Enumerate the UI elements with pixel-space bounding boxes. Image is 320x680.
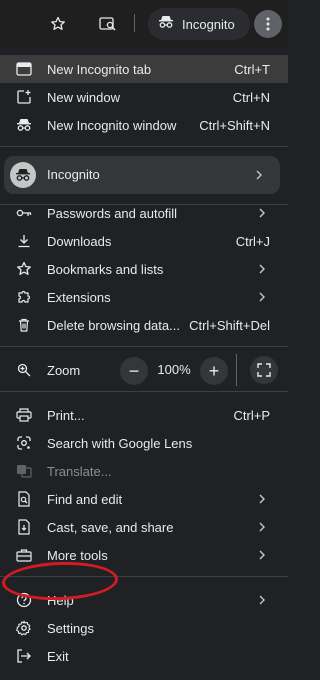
lens-icon[interactable] — [96, 12, 120, 36]
menu-item-label: New Incognito tab — [47, 61, 152, 77]
menu-item-label: Delete browsing data... — [47, 317, 180, 333]
browser-toolbar: Incognito — [0, 0, 288, 48]
menu-item-label: Find and edit — [47, 491, 123, 507]
fullscreen-icon — [257, 363, 271, 377]
star-icon[interactable] — [46, 12, 70, 36]
menu-shortcut: Ctrl+Shift+N — [199, 117, 270, 133]
incognito-profile-pill[interactable]: Incognito — [148, 8, 250, 40]
menu-shortcut: Ctrl+Shift+Del — [189, 317, 270, 333]
menu-item-delete-browsing-data[interactable]: Delete browsing data... Ctrl+Shift+Del — [0, 311, 288, 339]
menu-item-label: New Incognito window — [47, 117, 177, 133]
menu-shortcut: Ctrl+P — [233, 407, 270, 423]
toolbox-icon — [16, 547, 32, 563]
zoom-out-button[interactable]: − — [120, 357, 148, 385]
menu-item-cast-save-share[interactable]: Cast, save, and share — [0, 513, 288, 541]
menu-item-new-incognito-tab[interactable]: New Incognito tab Ctrl+T — [0, 55, 288, 83]
menu-item-downloads[interactable]: Downloads Ctrl+J — [0, 227, 288, 255]
chevron-right-icon — [257, 264, 267, 274]
chevron-right-icon — [257, 208, 267, 218]
incognito-label: Incognito — [182, 16, 235, 32]
menu-shortcut: Ctrl+J — [235, 233, 270, 249]
profile-label: Incognito — [47, 167, 100, 182]
menu-separator — [0, 346, 288, 347]
chevron-right-icon — [257, 550, 267, 560]
zoom-value: 100% — [157, 362, 191, 377]
menu-shortcut: Ctrl+N — [232, 89, 270, 105]
chevron-right-icon — [257, 494, 267, 504]
download-icon — [16, 233, 32, 249]
incognito-icon — [158, 15, 174, 34]
gear-icon — [16, 620, 32, 636]
zoom-icon — [16, 362, 32, 378]
menu-item-bookmarks-lists[interactable]: Bookmarks and lists — [0, 255, 288, 283]
menu-item-label: Translate... — [47, 463, 112, 479]
incognito-icon — [16, 117, 32, 133]
menu-item-label: Settings — [47, 620, 94, 636]
menu-item-new-incognito-window[interactable]: New Incognito window Ctrl+Shift+N — [0, 111, 288, 139]
menu-item-label: Passwords and autofill — [47, 205, 178, 221]
menu-item-settings[interactable]: Settings — [0, 614, 288, 642]
menu-shortcut: Ctrl+T — [234, 61, 270, 77]
print-icon — [16, 407, 32, 423]
chevron-right-icon — [257, 522, 267, 532]
zoom-label: Zoom — [47, 362, 81, 378]
lens-icon — [16, 435, 32, 451]
menu-item-print[interactable]: Print... Ctrl+P — [0, 401, 288, 429]
menu-item-find-edit[interactable]: Find and edit — [0, 485, 288, 513]
menu-item-translate: Translate... — [0, 457, 288, 485]
menu-item-label: Search with Google Lens — [47, 435, 193, 451]
menu-separator — [0, 391, 288, 392]
menu-item-label: More tools — [47, 547, 108, 563]
menu-item-exit[interactable]: Exit — [0, 642, 288, 670]
zoom-in-button[interactable]: + — [200, 357, 228, 385]
toolbar-divider — [134, 14, 135, 32]
new-window-icon — [16, 89, 32, 105]
kebab-menu-icon — [266, 17, 270, 31]
chevron-right-icon — [254, 170, 264, 180]
fullscreen-button[interactable] — [250, 356, 278, 384]
trash-icon — [16, 317, 32, 333]
key-icon — [16, 205, 32, 221]
minus-icon: − — [128, 360, 140, 381]
menu-item-extensions[interactable]: Extensions — [0, 283, 288, 311]
incognito-avatar-icon — [10, 162, 36, 188]
translate-icon — [16, 463, 32, 479]
menu-item-new-window[interactable]: New window Ctrl+N — [0, 83, 288, 111]
profile-row-incognito[interactable]: Incognito — [4, 156, 280, 194]
new-tab-icon — [16, 61, 32, 77]
menu-item-label: Cast, save, and share — [47, 519, 174, 535]
find-icon — [16, 491, 32, 507]
menu-item-label: Exit — [47, 648, 69, 664]
plus-icon: + — [208, 360, 220, 381]
menu-item-google-lens[interactable]: Search with Google Lens — [0, 429, 288, 457]
menu-item-label: Extensions — [47, 289, 111, 305]
exit-icon — [16, 648, 32, 664]
menu-separator — [0, 146, 288, 147]
chevron-right-icon — [257, 595, 267, 605]
chevron-right-icon — [257, 292, 267, 302]
menu-item-passwords-autofill[interactable]: Passwords and autofill — [0, 199, 288, 227]
save-file-icon — [16, 519, 32, 535]
star-icon — [16, 261, 32, 277]
menu-item-label: Downloads — [47, 233, 112, 249]
menu-item-label: Bookmarks and lists — [47, 261, 164, 277]
kebab-menu-button[interactable] — [254, 10, 282, 38]
zoom-divider — [236, 354, 237, 386]
menu-item-label: New window — [47, 89, 120, 105]
puzzle-icon — [16, 289, 32, 305]
menu-item-label: Print... — [47, 407, 85, 423]
